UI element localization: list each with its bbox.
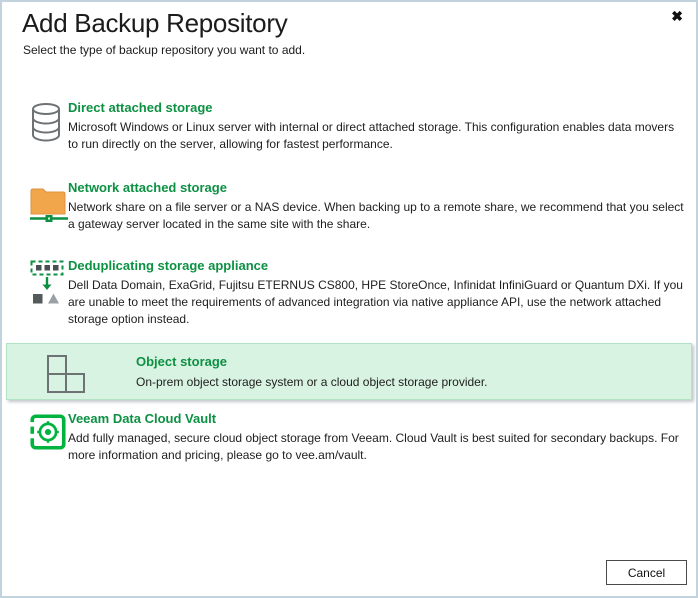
option-network-attached-storage[interactable]: Network attached storage Network share o… bbox=[2, 180, 690, 233]
option-deduplicating-storage-appliance[interactable]: Deduplicating storage appliance Dell Dat… bbox=[2, 258, 690, 328]
option-description: Network share on a file server or a NAS … bbox=[68, 199, 686, 233]
option-description: On-prem object storage system or a cloud… bbox=[136, 374, 656, 391]
close-icon[interactable]: ✖ bbox=[671, 9, 683, 23]
option-veeam-data-cloud-vault[interactable]: Veeam Data Cloud Vault Add fully managed… bbox=[2, 411, 690, 464]
option-description: Dell Data Domain, ExaGrid, Fujitsu ETERN… bbox=[68, 277, 686, 328]
database-icon bbox=[30, 102, 68, 147]
option-description: Add fully managed, secure cloud object s… bbox=[68, 430, 686, 464]
option-object-storage[interactable]: Object storage On-prem object storage sy… bbox=[6, 343, 692, 400]
option-title: Direct attached storage bbox=[68, 100, 686, 115]
object-storage-blocks-icon bbox=[46, 354, 84, 399]
add-backup-repository-dialog: Add Backup Repository Select the type of… bbox=[0, 0, 698, 598]
option-title: Veeam Data Cloud Vault bbox=[68, 411, 686, 426]
deduplicating-appliance-icon bbox=[30, 260, 68, 309]
vault-icon bbox=[30, 413, 68, 456]
cancel-button[interactable]: Cancel bbox=[606, 560, 687, 585]
option-description: Microsoft Windows or Linux server with i… bbox=[68, 119, 686, 153]
option-title: Deduplicating storage appliance bbox=[68, 258, 686, 273]
option-direct-attached-storage[interactable]: Direct attached storage Microsoft Window… bbox=[2, 100, 690, 153]
dialog-subtitle: Select the type of backup repository you… bbox=[23, 43, 305, 57]
network-folder-icon bbox=[30, 182, 68, 229]
page-title: Add Backup Repository bbox=[22, 8, 287, 39]
option-title: Network attached storage bbox=[68, 180, 686, 195]
option-title: Object storage bbox=[136, 354, 656, 369]
